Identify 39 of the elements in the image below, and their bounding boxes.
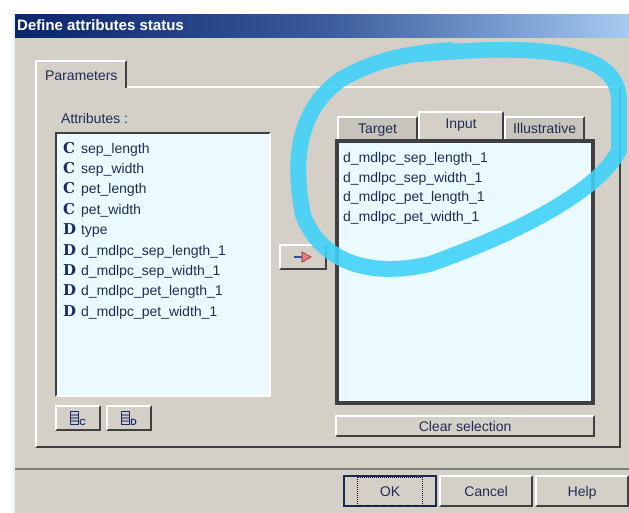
attributes-label: Attributes : [61, 109, 129, 128]
attribute-type-glyph: D [63, 304, 75, 319]
tab[interactable]: Input [418, 111, 504, 139]
attribute-item[interactable]: d_mdlpc_sep_width_1 [81, 260, 220, 282]
clear-selection-button[interactable]: Clear selection [335, 415, 595, 437]
filter-button[interactable]: C [55, 405, 101, 431]
attribute-type-glyph: C [63, 161, 75, 176]
attribute-item[interactable]: d_mdlpc_sep_length_1 [81, 240, 226, 261]
attribute-item[interactable]: d_mdlpc_pet_length_1 [81, 280, 223, 302]
attribute-type-glyph: D [63, 283, 75, 298]
attribute-type-glyph: C [63, 140, 75, 156]
dialog-button[interactable]: OK [343, 475, 437, 507]
attribute-item[interactable]: d_mdlpc_pet_width_1 [81, 300, 218, 322]
list-item[interactable]: d_mdlpc_pet_width_1 [343, 206, 591, 225]
filter-button[interactable]: D [106, 405, 152, 431]
tab[interactable]: Target [337, 116, 418, 139]
window-title: Define attributes status [17, 16, 184, 36]
tab[interactable]: Illustrative [504, 116, 585, 139]
attribute-type-glyph: D [63, 263, 75, 278]
attribute-type-glyph: C [63, 202, 75, 217]
attribute-type-glyph: C [63, 181, 75, 196]
attribute-type-glyph: D [63, 222, 75, 238]
attribute-item[interactable]: sep_length [81, 138, 150, 159]
dialog-button[interactable]: Cancel [439, 475, 533, 507]
list-item[interactable]: d_mdlpc_sep_length_1 [343, 147, 591, 166]
attribute-item[interactable]: type [81, 219, 108, 240]
attribute-item[interactable]: sep_width [81, 158, 144, 180]
dialog-button[interactable]: Help [535, 475, 629, 507]
attribute-type-glyph: D [63, 242, 75, 258]
arrow-right-icon [293, 251, 313, 263]
attribute-item[interactable]: pet_length [81, 178, 146, 200]
table-icon [70, 411, 80, 425]
table-icon [121, 411, 130, 425]
list-item[interactable]: d_mdlpc_sep_width_1 [343, 166, 591, 186]
attributes-list[interactable]: C sep_length C sep_width C pet_length C pet_width D type D d_mdlpc_sep_length_1 D d_mdlpc_sep_width_1 D d_mdlpc_pet_length_1 D d_mdlpc_pet_width_1 [55, 132, 271, 397]
tab[interactable]: Parameters [35, 60, 128, 88]
attribute-item[interactable]: pet_width [81, 198, 141, 220]
input-list[interactable]: d_mdlpc_sep_length_1 d_mdlpc_sep_width_1 d_mdlpc_pet_length_1 d_mdlpc_pet_width_1 [335, 139, 595, 405]
list-item[interactable]: d_mdlpc_pet_length_1 [343, 186, 591, 206]
